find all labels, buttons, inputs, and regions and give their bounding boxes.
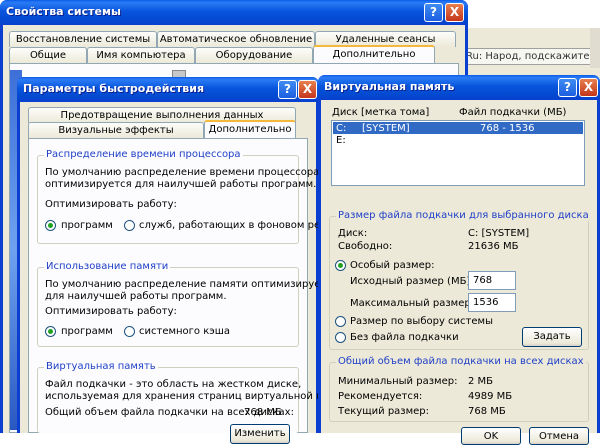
performance-title: Параметры быстродействия bbox=[23, 82, 205, 95]
recommended-label: Рекомендуется: bbox=[338, 391, 423, 402]
memory-cache-label[interactable]: системного кэша bbox=[139, 325, 230, 338]
free-value: 21636 МБ bbox=[468, 241, 519, 252]
min-size-value: 2 МБ bbox=[468, 376, 494, 387]
cpu-desc-2: оптимизируется для наилучшей работы прог… bbox=[45, 179, 317, 190]
col-pagefile-header: Файл подкачки (МБ) bbox=[459, 107, 567, 118]
system-properties-title: Свойства системы bbox=[6, 5, 121, 18]
selected-drive-group-title: Размер файла подкачки для выбранного дис… bbox=[336, 210, 591, 221]
memory-programs-label[interactable]: программ bbox=[61, 325, 113, 338]
tab-advanced[interactable]: Дополнительно bbox=[204, 120, 296, 138]
drive-list[interactable]: C: [SYSTEM] 768 - 1536 E: bbox=[331, 120, 585, 186]
current-size-label: Текущий размер: bbox=[338, 406, 430, 417]
cpu-group: Распределение времени процессора По умол… bbox=[37, 149, 349, 244]
free-label: Свободно: bbox=[338, 241, 393, 252]
tab-computer-name[interactable]: Имя компьютера bbox=[87, 47, 195, 63]
memory-programs-radio[interactable] bbox=[45, 326, 56, 337]
close-button[interactable]: X bbox=[579, 78, 598, 97]
tab-system-restore[interactable]: Восстановление системы bbox=[9, 31, 157, 47]
tab-advanced[interactable]: Дополнительно bbox=[313, 45, 435, 63]
initial-size-label: Исходный размер (МБ): bbox=[350, 276, 474, 287]
browser-scrollbar[interactable] bbox=[590, 28, 600, 68]
perf-tab-page: Распределение времени процессора По умол… bbox=[28, 138, 358, 444]
vm-group-title: Виртуальная память bbox=[44, 361, 158, 372]
custom-size-radio[interactable] bbox=[335, 260, 346, 271]
drive-label: [SYSTEM] bbox=[362, 123, 410, 134]
disk-value: C: [SYSTEM] bbox=[468, 228, 530, 239]
total-pagefile-group: Общий объем файла подкачки на всех диска… bbox=[329, 356, 589, 422]
help-button[interactable]: ? bbox=[424, 3, 443, 22]
help-button[interactable]: ? bbox=[278, 80, 297, 99]
cpu-programs-radio[interactable] bbox=[45, 220, 56, 231]
performance-options-window: Параметры быстродействия ? X Предотвраще… bbox=[17, 77, 358, 444]
col-disk-header: Диск [метка тома] bbox=[332, 107, 430, 118]
cpu-services-radio[interactable] bbox=[124, 220, 135, 231]
cpu-programs-label[interactable]: программ bbox=[61, 219, 113, 232]
performance-titlebar[interactable]: Параметры быстродействия bbox=[17, 77, 319, 102]
tab-visual-effects[interactable]: Визуальные эффекты bbox=[28, 122, 204, 138]
browser-tab-label: Ru: Народ, подскажите ... bbox=[466, 51, 600, 62]
virtual-memory-window: Виртуальная память ? X Диск [метка тома]… bbox=[318, 75, 600, 445]
virtual-memory-title: Виртуальная память bbox=[324, 80, 455, 93]
performance-client: Предотвращение выполнения данных Визуаль… bbox=[20, 102, 358, 444]
system-managed-radio[interactable] bbox=[335, 316, 346, 327]
set-button[interactable]: Задать bbox=[522, 327, 582, 347]
system-managed-label[interactable]: Размер по выбору системы bbox=[350, 315, 493, 328]
vm-desc-2: используемая для хранения страниц виртуа… bbox=[45, 391, 358, 402]
cpu-group-title: Распределение времени процессора bbox=[44, 149, 243, 160]
help-button[interactable]: ? bbox=[558, 78, 577, 97]
custom-size-label[interactable]: Особый размер: bbox=[350, 259, 434, 272]
initial-size-input[interactable]: 768 bbox=[468, 271, 516, 290]
close-button[interactable]: X bbox=[298, 80, 317, 99]
no-pagefile-radio[interactable] bbox=[335, 332, 346, 343]
browser-tab[interactable]: Ru: Народ, подскажите ... bbox=[459, 48, 600, 65]
disk-label: Диск: bbox=[338, 228, 368, 239]
cpu-optimize-label: Оптимизировать работу: bbox=[45, 199, 177, 210]
cancel-button[interactable]: Отмена bbox=[529, 427, 589, 445]
virtual-memory-client: Диск [метка тома] Файл подкачки (МБ) C: … bbox=[321, 100, 597, 445]
min-size-label: Минимальный размер: bbox=[338, 376, 458, 387]
memory-group-title: Использование памяти bbox=[44, 261, 171, 272]
change-button[interactable]: Изменить bbox=[230, 424, 290, 444]
selected-drive-group: Размер файла подкачки для выбранного дис… bbox=[329, 210, 591, 350]
max-size-input[interactable]: 1536 bbox=[468, 293, 516, 312]
memory-cache-radio[interactable] bbox=[124, 326, 135, 337]
tab-general[interactable]: Общие bbox=[9, 47, 87, 63]
close-button[interactable]: X bbox=[445, 3, 464, 22]
memory-group: Использование памяти По умолчанию распре… bbox=[37, 261, 338, 347]
virtual-memory-group: Виртуальная память Файл подкачки - это о… bbox=[37, 361, 358, 444]
ok-button[interactable]: OK bbox=[461, 427, 521, 445]
no-pagefile-label[interactable]: Без файла подкачки bbox=[350, 331, 459, 344]
system-properties-titlebar[interactable]: Свойства системы bbox=[0, 0, 468, 25]
tab-auto-update[interactable]: Автоматическое обновление bbox=[157, 31, 315, 47]
recommended-value: 4989 МБ bbox=[468, 391, 513, 402]
vm-total-value: 768 МБ bbox=[244, 407, 282, 418]
current-size-value: 768 МБ bbox=[468, 406, 506, 417]
drive-size: 768 - 1536 bbox=[480, 123, 535, 134]
tab-hardware[interactable]: Оборудование bbox=[195, 47, 313, 63]
total-group-title: Общий объем файла подкачки на всех диска… bbox=[336, 356, 586, 367]
memory-optimize-label: Оптимизировать работу: bbox=[45, 306, 177, 317]
memory-desc-2: для наилучшей работы программ. bbox=[45, 291, 227, 302]
drive-letter[interactable]: E: bbox=[336, 134, 346, 147]
